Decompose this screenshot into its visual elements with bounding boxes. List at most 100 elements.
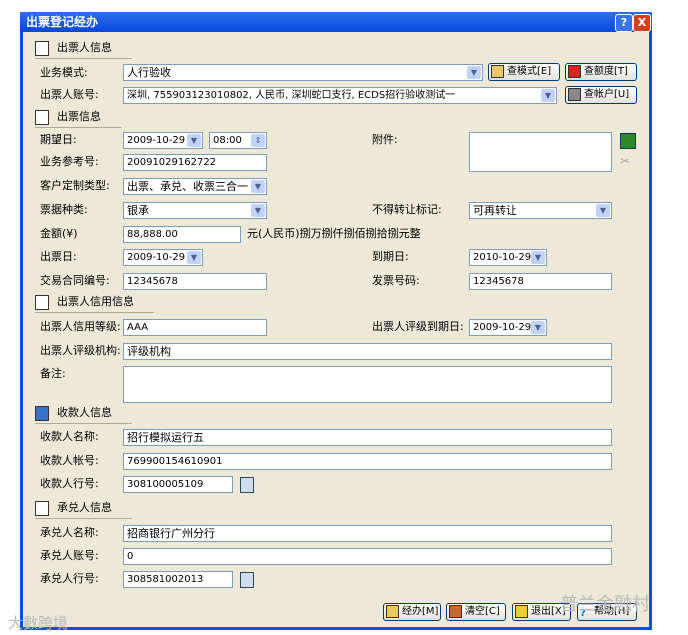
chevron-down-icon[interactable]: ▼ [467,66,481,79]
button-label: 查帐户[U] [584,89,630,100]
account-value: 深圳, 755903123010802, 人民币, 深圳蛇口支行, ECDS招行… [127,90,456,101]
lookup-icon[interactable] [240,572,254,588]
section-payee: 收款人信息 [35,405,132,424]
acceptor-bank-label: 承兑人行号: [40,572,99,585]
mode-icon [491,64,504,78]
expect-date-value: 2009-10-29 [127,135,186,146]
close-button[interactable]: X [633,14,651,32]
ref-input[interactable]: 20091029162722 [123,154,267,171]
chevron-down-icon[interactable]: ▼ [187,134,201,147]
lookup-icon[interactable] [240,477,254,493]
invoice-label: 发票号码: [372,274,420,287]
watermark-right: 普兰金融村 [560,594,650,615]
section-title: 出票人信用信息 [57,295,134,308]
amount-label: 金额(¥) [40,227,78,240]
acceptor-name-label: 承兑人名称: [40,526,99,539]
mode-select[interactable]: 人行验收 ▼ [123,64,483,81]
transfer-value: 可再转让 [473,204,517,217]
attachment-list[interactable] [469,132,612,172]
acceptor-account-label: 承兑人账号: [40,549,99,562]
scissors-icon[interactable]: ✂ [620,154,634,168]
section-credit: 出票人信用信息 [35,294,154,313]
submit-button[interactable]: 经办[M] [383,603,441,621]
issue-date-label: 出票日: [40,250,77,263]
mode-label: 业务模式: [40,66,88,79]
submit-icon [386,604,399,618]
dialog-window: 出票登记经办 ? X 出票人信息 业务模式: 人行验收 ▼ 查模式[E] 查额度[… [20,12,652,630]
acceptor-name-input[interactable]: 招商银行广州分行 [123,525,612,542]
contract-label: 交易合同编号: [40,274,110,287]
section-bill: 出票信息 [35,109,121,128]
query-limit-button[interactable]: 查额度[T] [565,63,637,81]
grade-label: 出票人信用等级: [40,320,121,333]
payee-bank-label: 收款人行号: [40,477,99,490]
chevron-down-icon[interactable]: ▼ [251,204,265,217]
contract-input[interactable]: 12345678 [123,273,267,290]
section-title: 承兑人信息 [57,501,112,514]
acceptor-account-input[interactable]: 0 [123,548,612,565]
chevron-down-icon[interactable]: ▼ [596,204,610,217]
custom-type-value: 出票、承兑、收票三合一 [127,180,248,193]
amount-words: 元(人民币)捌万捌仟捌佰捌拾捌元整 [247,227,421,240]
add-attachment-icon[interactable] [620,133,636,149]
clear-button[interactable]: 清空[C] [446,603,506,621]
grade-input[interactable]: AAA [123,319,267,336]
query-mode-button[interactable]: 查模式[E] [488,63,560,81]
section-acceptor: 承兑人信息 [35,500,132,519]
expect-date-picker[interactable]: 2009-10-29 ▼ [123,132,203,149]
issue-date-picker[interactable]: 2009-10-29 ▼ [123,249,203,266]
kind-select[interactable]: 银承 ▼ [123,202,267,219]
amount-input[interactable]: 88,888.00 [123,226,241,243]
chevron-down-icon[interactable]: ▼ [251,180,265,193]
remark-label: 备注: [40,367,66,380]
chevron-down-icon[interactable]: ▼ [531,251,545,264]
section-title: 出票人信息 [57,41,112,54]
document-icon [35,40,49,56]
dialog-body: 出票人信息 业务模式: 人行验收 ▼ 查模式[E] 查额度[T] 出票人账号: 深… [23,32,649,627]
spin-icon[interactable]: ⇕ [251,134,265,147]
custom-type-label: 客户定制类型: [40,179,110,192]
custom-type-select[interactable]: 出票、承兑、收票三合一 ▼ [123,178,267,195]
chevron-down-icon[interactable]: ▼ [187,251,201,264]
acceptor-bank-input[interactable]: 308581002013 [123,571,233,588]
rating-due-label: 出票人评级到期日: [372,320,464,333]
issue-date-value: 2009-10-29 [127,252,186,263]
transfer-select[interactable]: 可再转让 ▼ [469,202,612,219]
payee-account-label: 收款人帐号: [40,454,99,467]
ref-label: 业务参考号: [40,155,99,168]
calculator-icon [568,64,581,78]
expect-time-value: 08:00 [213,135,242,146]
agency-label: 出票人评级机构: [40,344,121,357]
button-label: 查模式[E] [507,66,552,77]
invoice-input[interactable]: 12345678 [469,273,612,290]
button-label: 经办[M] [402,606,439,617]
bill-icon [35,109,49,125]
chevron-down-icon[interactable]: ▼ [531,321,545,334]
button-label: 清空[C] [465,606,500,617]
transfer-label: 不得转让标记: [372,203,442,216]
expect-time-spinner[interactable]: 08:00 ⇕ [209,132,267,149]
remark-textarea[interactable] [123,366,612,403]
button-label: 查额度[T] [584,66,628,77]
payee-bank-input[interactable]: 308100005109 [123,476,233,493]
account-label: 出票人账号: [40,88,99,101]
due-date-picker[interactable]: 2010-10-29 ▼ [469,249,547,266]
brush-icon [449,604,462,618]
rating-due-picker[interactable]: 2009-10-29 ▼ [469,319,547,336]
kind-label: 票据种类: [40,203,88,216]
payee-name-input[interactable]: 招行模拟运行五 [123,429,612,446]
title-bar: 出票登记经办 [20,12,652,32]
query-account-button[interactable]: 查帐户[U] [565,86,637,104]
payee-account-input[interactable]: 769900154610901 [123,453,612,470]
payee-icon [35,405,49,421]
chevron-down-icon[interactable]: ▼ [541,89,555,102]
watermark-left: 大數跨境 [8,614,69,632]
account-select[interactable]: 深圳, 755903123010802, 人民币, 深圳蛇口支行, ECDS招行… [123,87,557,104]
agency-input[interactable]: 评级机构 [123,343,612,360]
edit-icon [35,500,49,516]
help-title-button[interactable]: ? [615,14,633,32]
document-icon [35,294,49,310]
kind-value: 银承 [127,204,149,217]
payee-name-label: 收款人名称: [40,430,99,443]
attachment-label: 附件: [372,133,398,146]
